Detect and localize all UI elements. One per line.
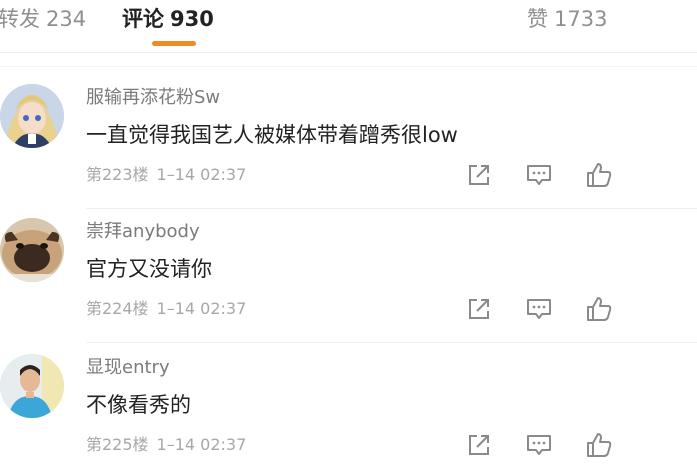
tab-divider xyxy=(0,52,697,53)
like-button[interactable] xyxy=(584,294,614,324)
share-icon xyxy=(469,299,489,319)
reply-button[interactable] xyxy=(524,294,554,324)
like-button[interactable] xyxy=(584,430,614,460)
comment-floor: 第224楼 xyxy=(86,299,149,318)
tab-likes[interactable]: 赞 1733 xyxy=(527,4,607,34)
thumbs-up-icon xyxy=(587,163,612,187)
tab-comments[interactable]: 评论 930 xyxy=(122,4,214,34)
comment-icon xyxy=(527,435,551,455)
tab-forward-count: 234 xyxy=(46,7,87,31)
share-icon xyxy=(469,165,489,185)
comment-text: 一直觉得我国艺人被媒体带着蹭秀很low xyxy=(86,123,458,147)
comment-item: 服输再添花粉Sw 一直觉得我国艺人被媒体带着蹭秀很low 第223楼 1–14 0… xyxy=(0,80,697,210)
comment-text: 官方又没请你 xyxy=(86,257,212,281)
share-button[interactable] xyxy=(464,160,494,190)
tab-likes-label: 赞 xyxy=(527,7,548,31)
avatar[interactable] xyxy=(0,354,64,418)
comment-actions xyxy=(460,294,620,324)
tab-forward-label: 转发 xyxy=(0,7,40,31)
tab-likes-count: 1733 xyxy=(554,7,608,31)
comment-meta: 第224楼 1–14 02:37 xyxy=(86,298,246,320)
active-tab-indicator xyxy=(152,41,196,46)
tab-forward[interactable]: 转发 234 xyxy=(0,4,86,34)
comment-actions xyxy=(460,430,620,460)
tab-comments-count: 930 xyxy=(170,7,214,31)
thumbs-up-icon xyxy=(587,297,612,321)
share-button[interactable] xyxy=(464,294,494,324)
comment-divider xyxy=(86,208,697,209)
tab-bar: 转发 234 评论 930 赞 1733 xyxy=(0,0,697,52)
avatar-anime-girl-image xyxy=(0,84,64,148)
reply-button[interactable] xyxy=(524,430,554,460)
comment-floor: 第223楼 xyxy=(86,165,149,184)
comment-username[interactable]: 显现entry xyxy=(86,356,170,380)
tab-comments-label: 评论 xyxy=(122,7,164,31)
comment-time: 1–14 02:37 xyxy=(156,165,247,184)
reply-button[interactable] xyxy=(524,160,554,190)
avatar-person-image xyxy=(0,354,64,418)
share-icon xyxy=(469,435,489,455)
comment-username[interactable]: 服输再添花粉Sw xyxy=(86,86,220,110)
avatar[interactable] xyxy=(0,218,64,282)
thumbs-up-icon xyxy=(587,433,612,457)
comment-divider xyxy=(86,342,697,343)
comment-floor: 第225楼 xyxy=(86,435,149,454)
comment-item: 崇拜anybody 官方又没请你 第224楼 1–14 02:37 xyxy=(0,214,697,344)
like-button[interactable] xyxy=(584,160,614,190)
comment-item: 显现entry 不像看秀的 第225楼 1–14 02:37 xyxy=(0,350,697,464)
comment-icon xyxy=(527,299,551,319)
comment-actions xyxy=(460,160,620,190)
comment-time: 1–14 02:37 xyxy=(156,435,247,454)
comment-username[interactable]: 崇拜anybody xyxy=(86,220,200,244)
avatar-dog-image xyxy=(0,218,64,282)
comment-meta: 第225楼 1–14 02:37 xyxy=(86,434,246,456)
share-button[interactable] xyxy=(464,430,494,460)
avatar[interactable] xyxy=(0,84,64,148)
comment-time: 1–14 02:37 xyxy=(156,299,247,318)
header-divider xyxy=(0,66,697,67)
comment-meta: 第223楼 1–14 02:37 xyxy=(86,164,246,186)
comment-text: 不像看秀的 xyxy=(86,393,191,417)
comments-page: 转发 234 评论 930 赞 1733 服输再添花粉Sw 一直觉得我国艺人被媒体 xyxy=(0,0,697,464)
comment-icon xyxy=(527,165,551,185)
